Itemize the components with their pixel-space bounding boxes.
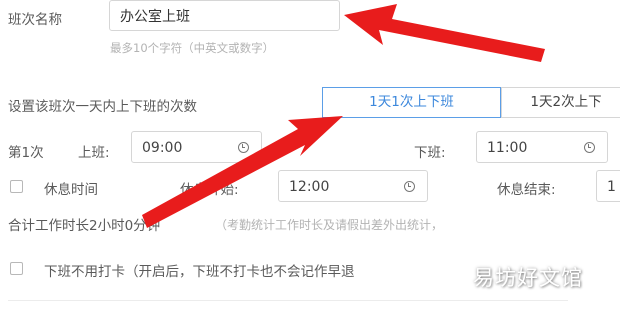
- arrow-to-name-input: [344, 4, 545, 62]
- watermark: 易坊好文馆: [473, 266, 583, 290]
- arrow-to-option-button: [142, 116, 343, 228]
